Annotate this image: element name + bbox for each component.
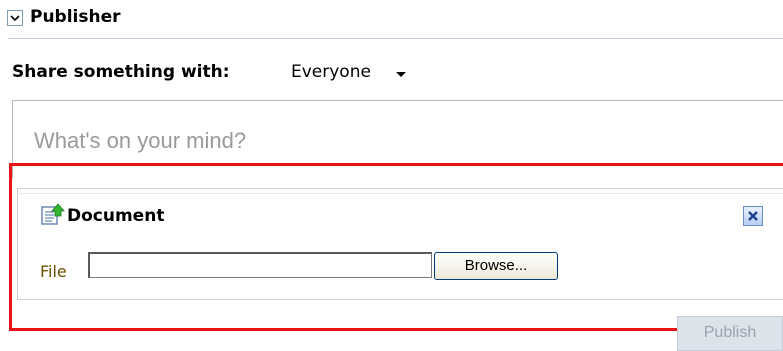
close-button[interactable] — [743, 206, 763, 226]
document-panel — [17, 188, 783, 300]
share-label: Share something with: — [12, 62, 230, 82]
file-label: File — [40, 262, 67, 281]
chevron-down-icon — [10, 15, 20, 22]
close-icon — [748, 211, 758, 221]
header-divider — [8, 38, 783, 39]
file-path-input[interactable] — [88, 252, 432, 278]
publish-button[interactable]: Publish — [677, 316, 783, 351]
document-title: Document — [67, 206, 165, 226]
publisher-title: Publisher — [30, 7, 121, 27]
status-placeholder: What's on your mind? — [34, 128, 247, 153]
collapse-toggle[interactable] — [7, 10, 23, 26]
publisher-header: Publisher — [0, 0, 783, 40]
audience-dropdown[interactable]: Everyone — [291, 62, 371, 82]
dropdown-arrow-icon[interactable] — [396, 72, 406, 77]
panel-divider — [17, 193, 783, 194]
browse-button[interactable]: Browse... — [434, 252, 558, 280]
document-upload-icon — [41, 203, 65, 225]
